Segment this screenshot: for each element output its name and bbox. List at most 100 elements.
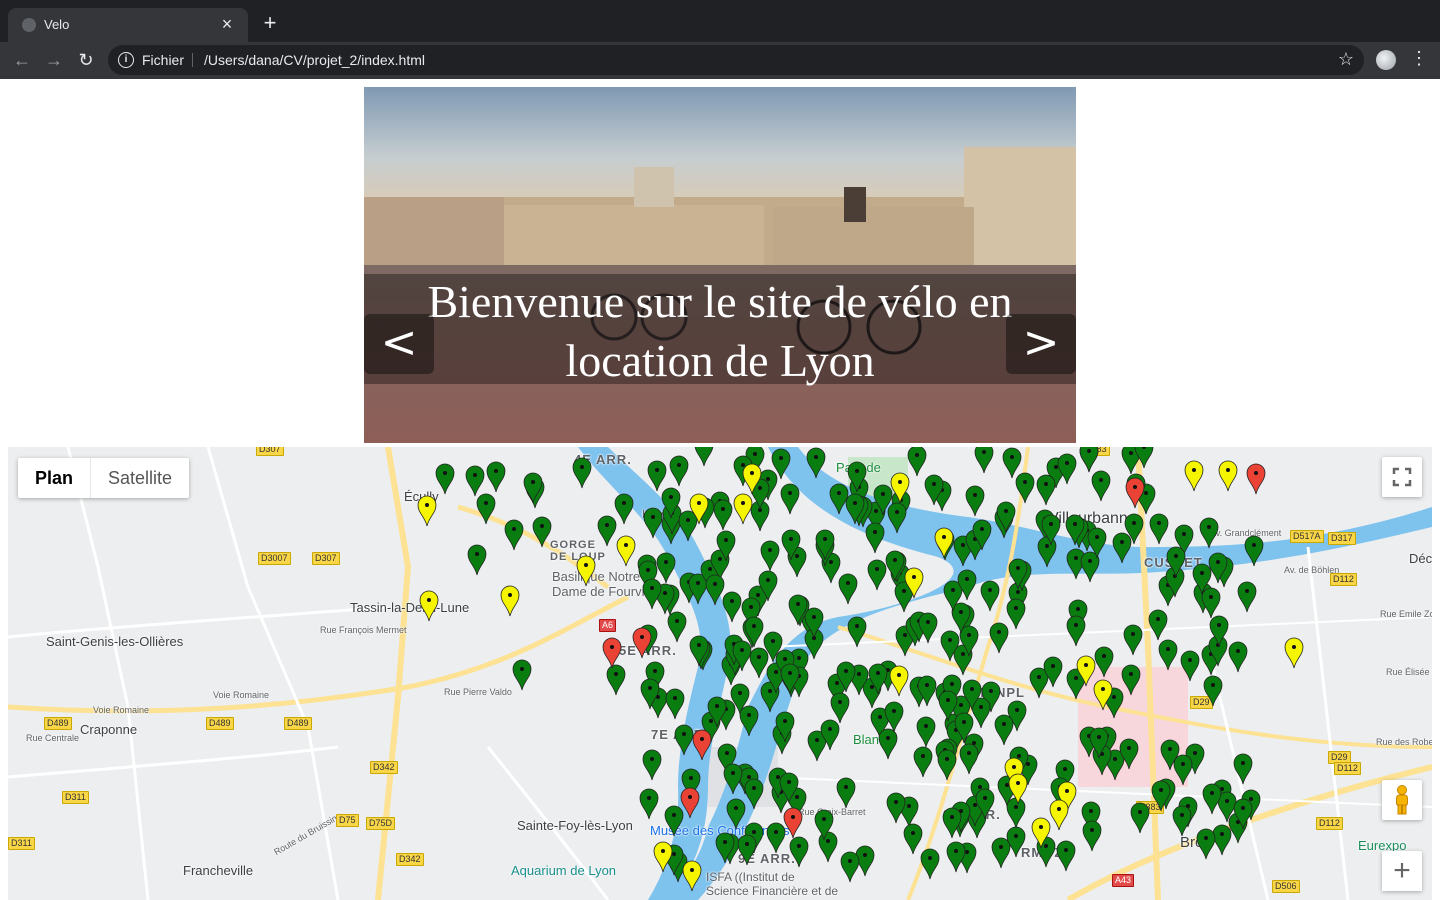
bike-station-map[interactable]: Écully Tassin-la-Demi-Lune Saint-Genis-l… <box>8 447 1432 900</box>
green-station-marker[interactable] <box>1192 563 1212 595</box>
green-station-marker[interactable] <box>726 798 746 830</box>
green-station-marker[interactable] <box>989 622 1009 654</box>
green-station-marker[interactable] <box>1134 447 1154 469</box>
yellow-station-marker[interactable] <box>934 527 954 559</box>
yellow-station-marker[interactable] <box>904 567 924 599</box>
profile-avatar[interactable] <box>1376 50 1396 70</box>
green-station-marker[interactable] <box>840 851 860 883</box>
green-station-marker[interactable] <box>674 724 694 756</box>
yellow-station-marker[interactable] <box>576 555 596 587</box>
green-station-marker[interactable] <box>476 493 496 525</box>
green-station-marker[interactable] <box>1087 527 1107 559</box>
green-station-marker[interactable] <box>512 659 532 691</box>
green-station-marker[interactable] <box>643 507 663 539</box>
green-station-marker[interactable] <box>1149 513 1169 545</box>
green-station-marker[interactable] <box>1151 780 1171 812</box>
back-button[interactable]: ← <box>10 48 34 72</box>
green-station-marker[interactable] <box>1123 624 1143 656</box>
green-station-marker[interactable] <box>669 455 689 487</box>
green-station-marker[interactable] <box>845 493 865 525</box>
green-station-marker[interactable] <box>815 529 835 561</box>
green-station-marker[interactable] <box>775 711 795 743</box>
yellow-station-marker[interactable] <box>742 463 762 495</box>
red-station-marker[interactable] <box>692 729 712 761</box>
green-station-marker[interactable] <box>957 569 977 601</box>
green-station-marker[interactable] <box>907 447 927 477</box>
green-station-marker[interactable] <box>435 463 455 495</box>
yellow-station-marker[interactable] <box>1184 460 1204 492</box>
green-station-marker[interactable] <box>597 515 617 547</box>
green-station-marker[interactable] <box>689 635 709 667</box>
green-station-marker[interactable] <box>1196 828 1216 860</box>
green-station-marker[interactable] <box>572 457 592 489</box>
green-station-marker[interactable] <box>1006 598 1026 630</box>
slider-prev-button[interactable]: < <box>364 314 434 374</box>
green-station-marker[interactable] <box>937 749 957 781</box>
green-station-marker[interactable] <box>942 807 962 839</box>
green-station-marker[interactable] <box>1008 558 1028 590</box>
green-station-marker[interactable] <box>1203 675 1223 707</box>
yellow-station-marker[interactable] <box>1284 637 1304 669</box>
green-station-marker[interactable] <box>716 530 736 562</box>
green-station-marker[interactable] <box>1233 798 1253 830</box>
yellow-station-marker[interactable] <box>1031 817 1051 849</box>
green-station-marker[interactable] <box>946 841 966 873</box>
green-station-marker[interactable] <box>642 578 662 610</box>
yellow-station-marker[interactable] <box>733 493 753 525</box>
green-station-marker[interactable] <box>804 607 824 639</box>
red-station-marker[interactable] <box>680 787 700 819</box>
green-station-marker[interactable] <box>917 675 937 707</box>
red-station-marker[interactable] <box>1246 463 1266 495</box>
close-tab-icon[interactable]: × <box>216 13 238 35</box>
green-station-marker[interactable] <box>1130 802 1150 834</box>
street-view-pegman[interactable] <box>1382 780 1422 820</box>
green-station-marker[interactable] <box>1237 581 1257 613</box>
green-station-marker[interactable] <box>924 474 944 506</box>
green-station-marker[interactable] <box>814 809 834 841</box>
green-station-marker[interactable] <box>665 688 685 720</box>
yellow-station-marker[interactable] <box>689 493 709 525</box>
green-station-marker[interactable] <box>1228 641 1248 673</box>
green-station-marker[interactable] <box>1094 646 1114 678</box>
green-station-marker[interactable] <box>780 483 800 515</box>
green-station-marker[interactable] <box>994 714 1014 746</box>
new-tab-button[interactable]: + <box>258 11 282 35</box>
green-station-marker[interactable] <box>1036 474 1056 506</box>
green-station-marker[interactable] <box>884 701 904 733</box>
green-station-marker[interactable] <box>504 519 524 551</box>
green-station-marker[interactable] <box>1244 535 1264 567</box>
green-station-marker[interactable] <box>868 663 888 695</box>
green-station-marker[interactable] <box>959 743 979 775</box>
green-station-marker[interactable] <box>642 749 662 781</box>
zoom-in-button[interactable]: + <box>1382 851 1422 891</box>
green-station-marker[interactable] <box>744 616 764 648</box>
yellow-station-marker[interactable] <box>1093 679 1113 711</box>
green-station-marker[interactable] <box>744 778 764 810</box>
yellow-station-marker[interactable] <box>890 472 910 504</box>
yellow-station-marker[interactable] <box>616 535 636 567</box>
green-station-marker[interactable] <box>1002 447 1022 479</box>
green-station-marker[interactable] <box>694 447 714 467</box>
green-station-marker[interactable] <box>916 716 936 748</box>
reload-button[interactable]: ↻ <box>74 48 98 72</box>
green-station-marker[interactable] <box>865 522 885 554</box>
yellow-station-marker[interactable] <box>1008 773 1028 805</box>
green-station-marker[interactable] <box>996 501 1016 533</box>
green-station-marker[interactable] <box>918 612 938 644</box>
green-station-marker[interactable] <box>836 777 856 809</box>
green-station-marker[interactable] <box>1041 514 1061 546</box>
green-station-marker[interactable] <box>713 499 733 531</box>
green-station-marker[interactable] <box>1209 615 1229 647</box>
red-station-marker[interactable] <box>632 627 652 659</box>
yellow-station-marker[interactable] <box>417 495 437 527</box>
url-text[interactable]: /Users/dana/CV/projet_2/index.html <box>204 52 425 68</box>
yellow-station-marker[interactable] <box>1218 460 1238 492</box>
green-station-marker[interactable] <box>1006 826 1026 858</box>
green-station-marker[interactable] <box>1057 453 1077 485</box>
browser-menu-icon[interactable]: ⋮ <box>1410 48 1428 69</box>
green-station-marker[interactable] <box>1089 727 1109 759</box>
green-station-marker[interactable] <box>780 663 800 695</box>
green-station-marker[interactable] <box>639 788 659 820</box>
green-station-marker[interactable] <box>903 823 923 855</box>
green-station-marker[interactable] <box>1066 615 1086 647</box>
